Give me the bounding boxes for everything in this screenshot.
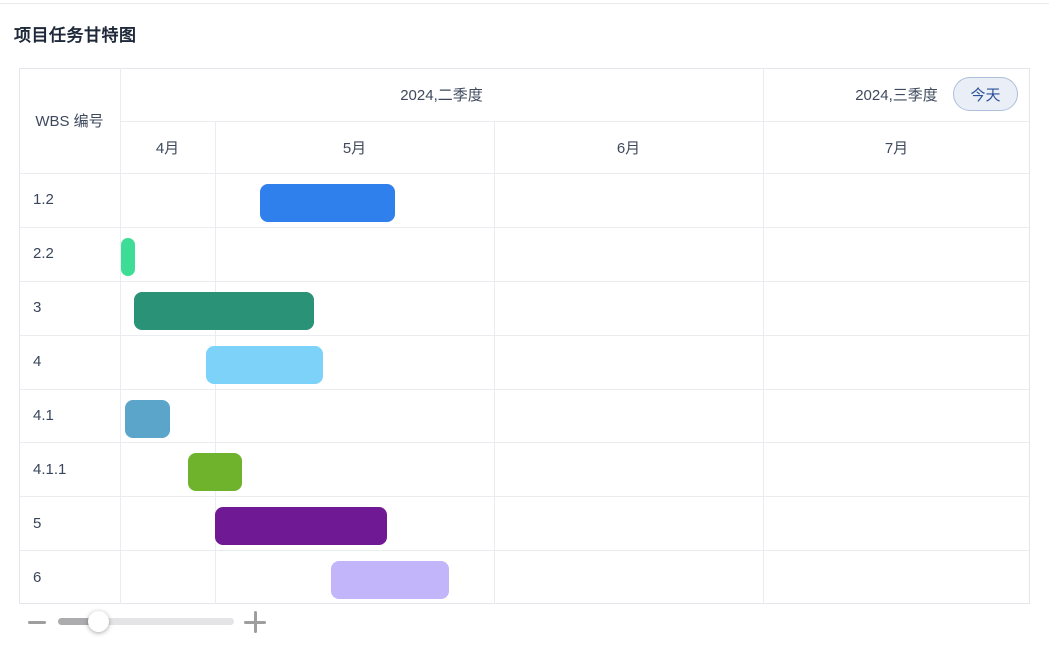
gantt-app: 项目任务甘特图 WBS 编号 2024,二季度 2024,三季度 4月 5月 6月 7月 1.…	[0, 0, 1049, 659]
grid-line	[19, 173, 1030, 174]
task-bar[interactable]	[125, 400, 170, 438]
task-bar[interactable]	[121, 238, 135, 276]
grid-line	[19, 389, 1030, 390]
task-bar[interactable]	[260, 184, 395, 222]
minus-icon	[28, 621, 46, 624]
wbs-row-label: 5	[33, 514, 42, 532]
gantt-chart: WBS 编号 2024,二季度 2024,三季度 4月 5月 6月 7月 1.2 2.2 3 4 4.…	[0, 0, 1049, 659]
task-bar[interactable]	[134, 292, 314, 330]
grid-line	[19, 281, 1030, 282]
zoom-out-button[interactable]	[26, 612, 48, 632]
zoom-in-button[interactable]	[242, 609, 268, 635]
wbs-row-label: 4	[33, 353, 42, 371]
task-bar[interactable]	[215, 507, 387, 545]
month-label: 5月	[342, 139, 367, 157]
today-button[interactable]: 今天	[953, 77, 1018, 111]
grid-line	[19, 442, 1030, 443]
grid-line	[494, 121, 495, 604]
month-label: 4月	[155, 139, 180, 157]
month-label: 7月	[884, 139, 909, 157]
wbs-row-label: 4.1.1	[33, 460, 67, 478]
wbs-row-label: 6	[33, 568, 42, 586]
zoom-slider-thumb[interactable]	[88, 611, 109, 632]
task-bar[interactable]	[331, 561, 449, 599]
plus-icon	[253, 611, 257, 633]
month-label: 6月	[616, 139, 641, 157]
wbs-row-label: 2.2	[33, 245, 54, 263]
grid-line	[19, 550, 1030, 551]
wbs-row-label: 4.1	[33, 406, 54, 424]
wbs-row-label: 1.2	[33, 191, 54, 209]
zoom-slider[interactable]	[58, 618, 234, 625]
task-bar[interactable]	[206, 346, 323, 384]
quarter-label: 2024,二季度	[400, 87, 483, 104]
wbs-row-label: 3	[33, 299, 42, 317]
grid-line	[19, 227, 1030, 228]
grid-line	[19, 496, 1030, 497]
wbs-header-label: WBS 编号	[35, 113, 104, 130]
task-bar[interactable]	[188, 453, 242, 491]
grid-line	[19, 335, 1030, 336]
